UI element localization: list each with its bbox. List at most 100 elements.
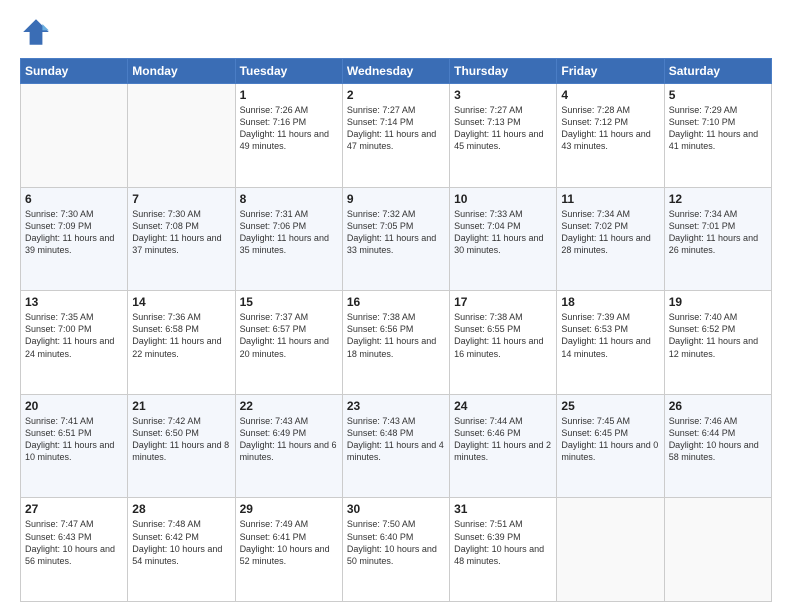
calendar-cell: 12 Sunrise: 7:34 AMSunset: 7:01 PMDayligh… [664, 187, 771, 291]
day-detail: Sunrise: 7:48 AMSunset: 6:42 PMDaylight:… [132, 518, 230, 567]
calendar-cell: 8 Sunrise: 7:31 AMSunset: 7:06 PMDaylight… [235, 187, 342, 291]
day-number: 16 [347, 295, 445, 309]
day-number: 1 [240, 88, 338, 102]
calendar-cell: 26 Sunrise: 7:46 AMSunset: 6:44 PMDayligh… [664, 394, 771, 498]
day-number: 23 [347, 399, 445, 413]
day-detail: Sunrise: 7:30 AMSunset: 7:08 PMDaylight:… [132, 208, 230, 257]
day-detail: Sunrise: 7:28 AMSunset: 7:12 PMDaylight:… [561, 104, 659, 153]
day-number: 12 [669, 192, 767, 206]
calendar-week-row: 20Sunrise: 7:41 AMSunset: 6:51 PMDayligh… [21, 394, 772, 498]
day-number: 8 [240, 192, 338, 206]
calendar-header-row: SundayMondayTuesdayWednesdayThursdayFrid… [21, 59, 772, 84]
day-number: 26 [669, 399, 767, 413]
day-detail: Sunrise: 7:33 AMSunset: 7:04 PMDaylight:… [454, 208, 552, 257]
calendar-cell [21, 84, 128, 188]
calendar-cell: 11 Sunrise: 7:34 AMSunset: 7:02 PMDayligh… [557, 187, 664, 291]
day-detail: Sunrise: 7:44 AMSunset: 6:46 PMDaylight:… [454, 415, 552, 464]
day-detail: Sunrise: 7:27 AMSunset: 7:14 PMDaylight:… [347, 104, 445, 153]
day-detail: Sunrise: 7:30 AMSunset: 7:09 PMDaylight:… [25, 208, 123, 257]
calendar-week-row: 6Sunrise: 7:30 AMSunset: 7:09 PMDaylight… [21, 187, 772, 291]
calendar-cell: 27Sunrise: 7:47 AMSunset: 6:43 PMDayligh… [21, 498, 128, 602]
calendar-cell: 4 Sunrise: 7:28 AMSunset: 7:12 PMDaylight… [557, 84, 664, 188]
calendar-day-header: Sunday [21, 59, 128, 84]
day-detail: Sunrise: 7:26 AMSunset: 7:16 PMDaylight:… [240, 104, 338, 153]
calendar-day-header: Tuesday [235, 59, 342, 84]
header [20, 16, 772, 48]
day-number: 14 [132, 295, 230, 309]
calendar-day-header: Thursday [450, 59, 557, 84]
calendar-cell: 28 Sunrise: 7:48 AMSunset: 6:42 PMDayligh… [128, 498, 235, 602]
day-detail: Sunrise: 7:42 AMSunset: 6:50 PMDaylight:… [132, 415, 230, 464]
calendar-cell [557, 498, 664, 602]
day-detail: Sunrise: 7:32 AMSunset: 7:05 PMDaylight:… [347, 208, 445, 257]
calendar-cell: 18 Sunrise: 7:39 AMSunset: 6:53 PMDayligh… [557, 291, 664, 395]
day-detail: Sunrise: 7:38 AMSunset: 6:55 PMDaylight:… [454, 311, 552, 360]
calendar-table: SundayMondayTuesdayWednesdayThursdayFrid… [20, 58, 772, 602]
calendar-cell: 22Sunrise: 7:43 AMSunset: 6:49 PMDayligh… [235, 394, 342, 498]
day-detail: Sunrise: 7:34 AMSunset: 7:02 PMDaylight:… [561, 208, 659, 257]
calendar-cell: 19Sunrise: 7:40 AMSunset: 6:52 PMDayligh… [664, 291, 771, 395]
calendar-cell: 21Sunrise: 7:42 AMSunset: 6:50 PMDayligh… [128, 394, 235, 498]
day-number: 13 [25, 295, 123, 309]
day-number: 19 [669, 295, 767, 309]
day-number: 31 [454, 502, 552, 516]
day-detail: Sunrise: 7:39 AMSunset: 6:53 PMDaylight:… [561, 311, 659, 360]
day-number: 7 [132, 192, 230, 206]
day-detail: Sunrise: 7:46 AMSunset: 6:44 PMDaylight:… [669, 415, 767, 464]
calendar-cell: 13 Sunrise: 7:35 AMSunset: 7:00 PMDayligh… [21, 291, 128, 395]
calendar-cell [664, 498, 771, 602]
day-number: 4 [561, 88, 659, 102]
day-number: 24 [454, 399, 552, 413]
day-number: 25 [561, 399, 659, 413]
calendar-cell: 15Sunrise: 7:37 AMSunset: 6:57 PMDayligh… [235, 291, 342, 395]
day-detail: Sunrise: 7:49 AMSunset: 6:41 PMDaylight:… [240, 518, 338, 567]
day-number: 3 [454, 88, 552, 102]
calendar-cell: 14 Sunrise: 7:36 AMSunset: 6:58 PMDayligh… [128, 291, 235, 395]
day-number: 22 [240, 399, 338, 413]
day-detail: Sunrise: 7:51 AMSunset: 6:39 PMDaylight:… [454, 518, 552, 567]
calendar-cell: 25 Sunrise: 7:45 AMSunset: 6:45 PMDayligh… [557, 394, 664, 498]
day-detail: Sunrise: 7:50 AMSunset: 6:40 PMDaylight:… [347, 518, 445, 567]
day-detail: Sunrise: 7:38 AMSunset: 6:56 PMDaylight:… [347, 311, 445, 360]
calendar-cell: 6Sunrise: 7:30 AMSunset: 7:09 PMDaylight… [21, 187, 128, 291]
calendar-cell: 5Sunrise: 7:29 AMSunset: 7:10 PMDaylight… [664, 84, 771, 188]
day-number: 18 [561, 295, 659, 309]
day-detail: Sunrise: 7:35 AMSunset: 7:00 PMDaylight:… [25, 311, 123, 360]
calendar-week-row: 1 Sunrise: 7:26 AMSunset: 7:16 PMDaylight… [21, 84, 772, 188]
day-number: 29 [240, 502, 338, 516]
day-detail: Sunrise: 7:36 AMSunset: 6:58 PMDaylight:… [132, 311, 230, 360]
day-number: 9 [347, 192, 445, 206]
logo-icon [20, 16, 52, 48]
calendar-cell: 2Sunrise: 7:27 AMSunset: 7:14 PMDaylight… [342, 84, 449, 188]
day-detail: Sunrise: 7:43 AMSunset: 6:48 PMDaylight:… [347, 415, 445, 464]
day-number: 20 [25, 399, 123, 413]
day-number: 10 [454, 192, 552, 206]
day-number: 17 [454, 295, 552, 309]
calendar-day-header: Monday [128, 59, 235, 84]
day-number: 28 [132, 502, 230, 516]
calendar-cell: 31 Sunrise: 7:51 AMSunset: 6:39 PMDayligh… [450, 498, 557, 602]
calendar-cell: 3Sunrise: 7:27 AMSunset: 7:13 PMDaylight… [450, 84, 557, 188]
calendar-week-row: 13 Sunrise: 7:35 AMSunset: 7:00 PMDayligh… [21, 291, 772, 395]
logo [20, 16, 56, 48]
day-detail: Sunrise: 7:29 AMSunset: 7:10 PMDaylight:… [669, 104, 767, 153]
calendar-cell: 30 Sunrise: 7:50 AMSunset: 6:40 PMDayligh… [342, 498, 449, 602]
day-number: 30 [347, 502, 445, 516]
day-detail: Sunrise: 7:34 AMSunset: 7:01 PMDaylight:… [669, 208, 767, 257]
day-number: 15 [240, 295, 338, 309]
day-detail: Sunrise: 7:31 AMSunset: 7:06 PMDaylight:… [240, 208, 338, 257]
calendar-cell: 23 Sunrise: 7:43 AMSunset: 6:48 PMDayligh… [342, 394, 449, 498]
calendar-week-row: 27Sunrise: 7:47 AMSunset: 6:43 PMDayligh… [21, 498, 772, 602]
calendar-cell: 17 Sunrise: 7:38 AMSunset: 6:55 PMDayligh… [450, 291, 557, 395]
calendar-day-header: Wednesday [342, 59, 449, 84]
calendar-cell: 1 Sunrise: 7:26 AMSunset: 7:16 PMDaylight… [235, 84, 342, 188]
day-detail: Sunrise: 7:45 AMSunset: 6:45 PMDaylight:… [561, 415, 659, 464]
calendar-cell: 10 Sunrise: 7:33 AMSunset: 7:04 PMDayligh… [450, 187, 557, 291]
calendar-cell: 16 Sunrise: 7:38 AMSunset: 6:56 PMDayligh… [342, 291, 449, 395]
day-number: 11 [561, 192, 659, 206]
calendar-cell [128, 84, 235, 188]
calendar-cell: 7 Sunrise: 7:30 AMSunset: 7:08 PMDaylight… [128, 187, 235, 291]
calendar-day-header: Friday [557, 59, 664, 84]
page: SundayMondayTuesdayWednesdayThursdayFrid… [0, 0, 792, 612]
calendar-cell: 29 Sunrise: 7:49 AMSunset: 6:41 PMDayligh… [235, 498, 342, 602]
